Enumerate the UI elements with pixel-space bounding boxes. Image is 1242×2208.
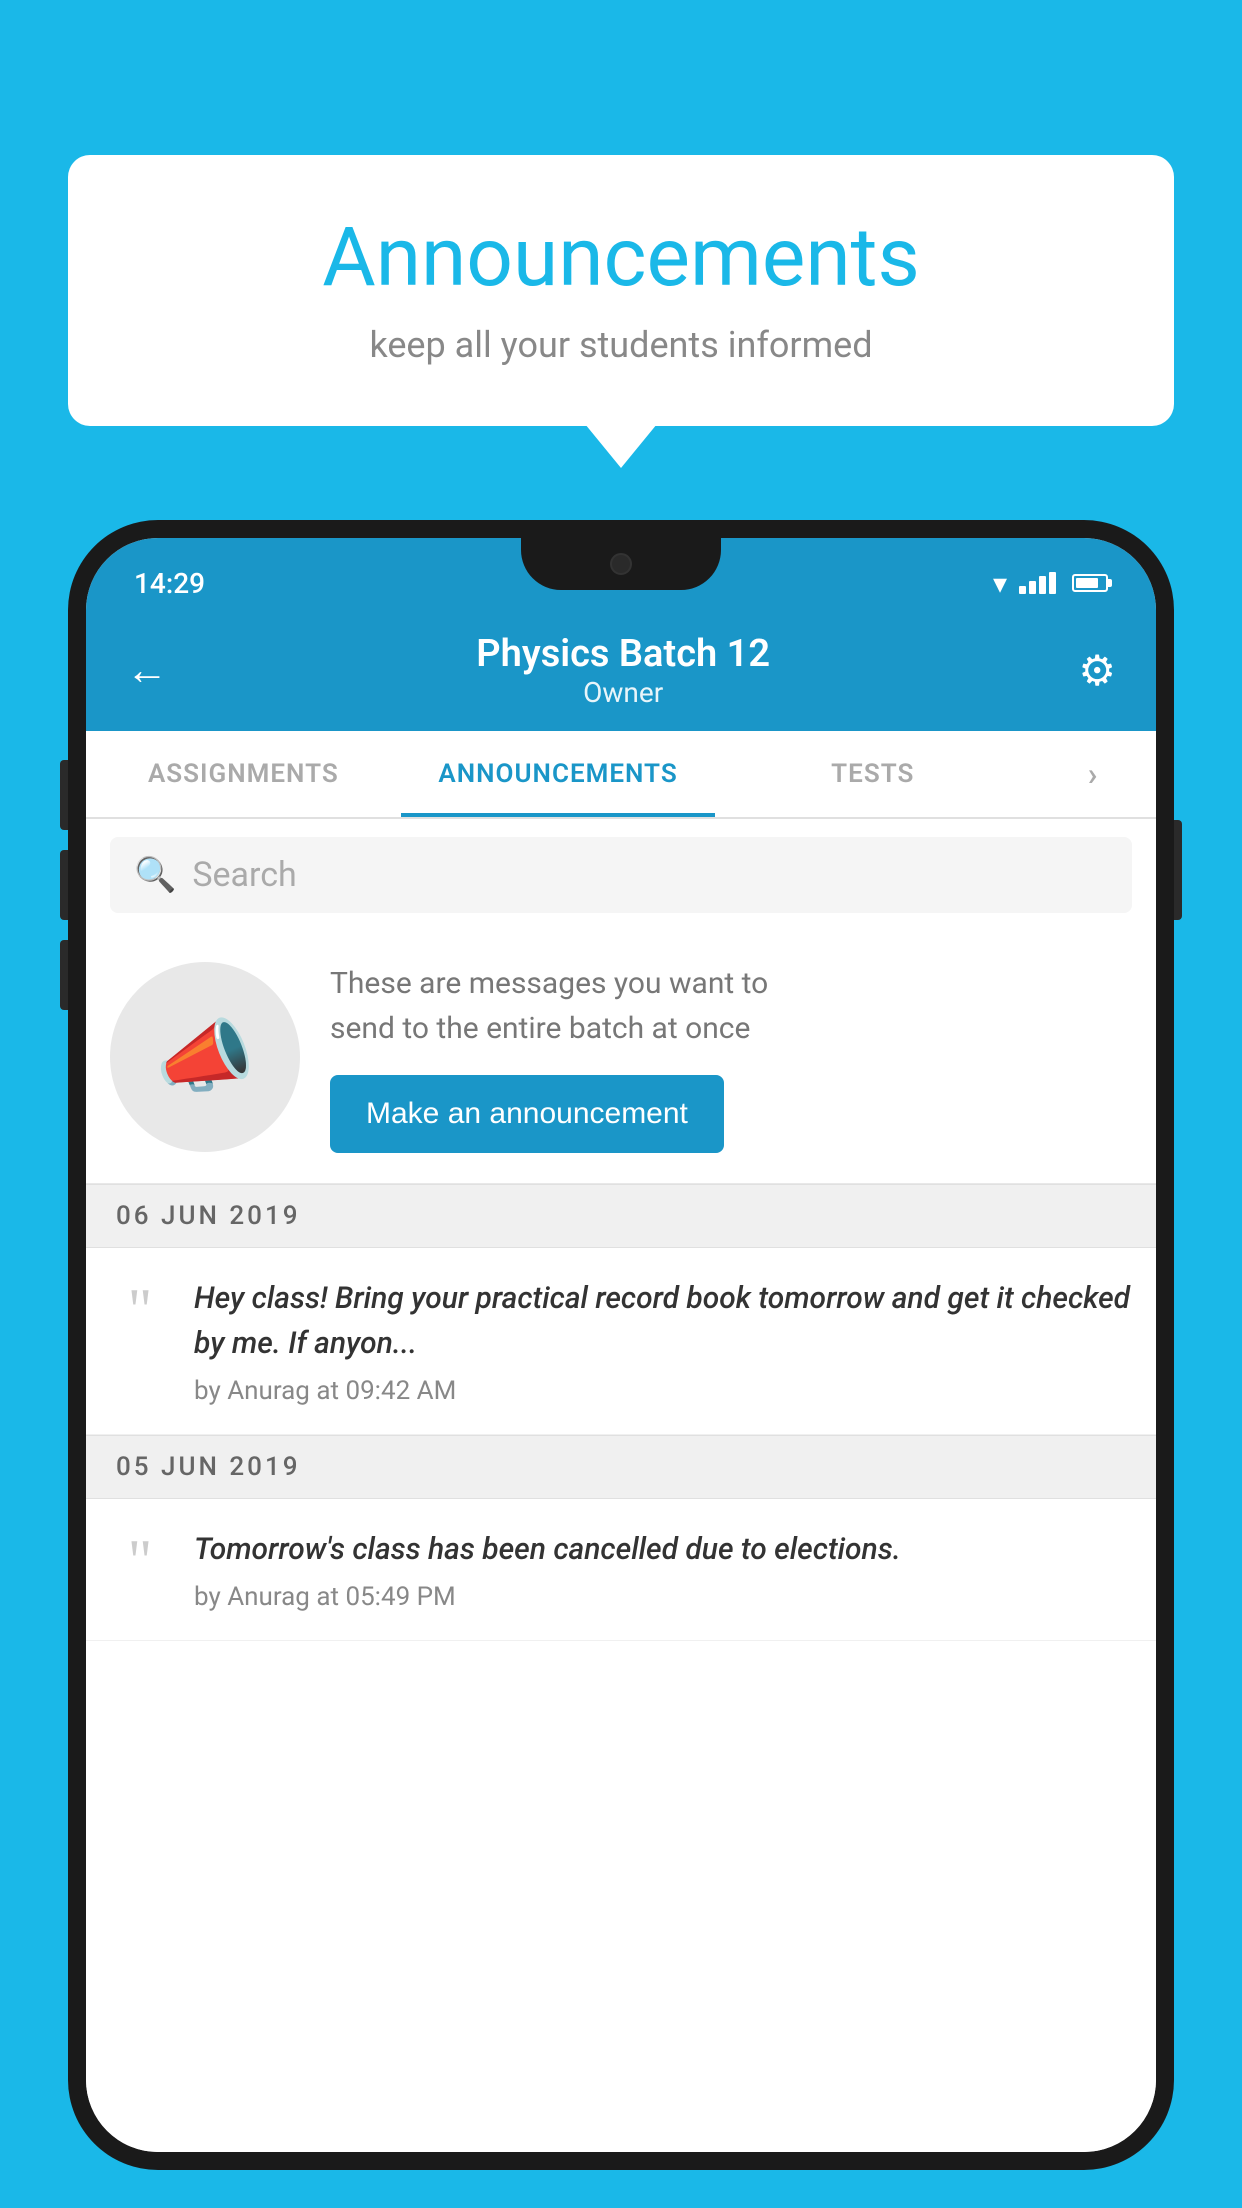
battery-fill	[1076, 578, 1098, 588]
speech-bubble: Announcements keep all your students inf…	[68, 155, 1174, 426]
status-icons: ▾	[993, 567, 1108, 600]
tab-tests[interactable]: TESTS	[715, 731, 1030, 817]
app-bar-title: Physics Batch 12	[476, 632, 770, 676]
announcement-item-1[interactable]: " Hey class! Bring your practical record…	[86, 1248, 1156, 1435]
announcement-item-2[interactable]: " Tomorrow's class has been cancelled du…	[86, 1499, 1156, 1641]
promo-section: 📣 These are messages you want to send to…	[86, 931, 1156, 1184]
tab-announcements[interactable]: ANNOUNCEMENTS	[401, 731, 716, 817]
search-bar: 🔍 Search	[86, 819, 1156, 931]
signal-bar-2	[1029, 581, 1036, 594]
make-announcement-button[interactable]: Make an announcement	[330, 1075, 724, 1153]
announcement-text-2: Tomorrow's class has been cancelled due …	[194, 1527, 1132, 1572]
signal-bar-3	[1039, 576, 1046, 594]
battery-icon	[1072, 574, 1108, 592]
date-separator-2: 05 JUN 2019	[86, 1435, 1156, 1499]
back-button[interactable]: ←	[126, 646, 168, 695]
announcement-text-1: Hey class! Bring your practical record b…	[194, 1276, 1132, 1366]
phone-side-button-left-2	[60, 850, 68, 920]
phone-container: 14:29 ▾ ← Phys	[68, 520, 1174, 2208]
signal-bar-4	[1049, 572, 1056, 594]
search-placeholder: Search	[192, 855, 296, 895]
announcement-meta-2: by Anurag at 05:49 PM	[194, 1582, 1132, 1612]
signal-bar-1	[1019, 586, 1026, 594]
bubble-title: Announcements	[128, 210, 1114, 306]
announcement-content-1: Hey class! Bring your practical record b…	[194, 1276, 1132, 1406]
app-bar-subtitle: Owner	[476, 676, 770, 709]
search-input-wrapper[interactable]: 🔍 Search	[110, 837, 1132, 913]
announcement-meta-1: by Anurag at 09:42 AM	[194, 1376, 1132, 1406]
announcement-content-2: Tomorrow's class has been cancelled due …	[194, 1527, 1132, 1612]
search-icon: 🔍	[134, 855, 176, 895]
wifi-icon: ▾	[993, 567, 1007, 600]
date-separator-1: 06 JUN 2019	[86, 1184, 1156, 1248]
phone-notch	[521, 538, 721, 590]
tab-more[interactable]: ›	[1030, 731, 1156, 817]
phone-side-button-left-1	[60, 760, 68, 830]
notch-camera	[610, 553, 632, 575]
tab-bar: ASSIGNMENTS ANNOUNCEMENTS TESTS ›	[86, 731, 1156, 819]
megaphone-icon: 📣	[155, 1010, 255, 1104]
quote-icon-1: "	[110, 1280, 170, 1340]
speech-bubble-container: Announcements keep all your students inf…	[68, 155, 1174, 426]
phone-frame: 14:29 ▾ ← Phys	[68, 520, 1174, 2170]
tab-assignments[interactable]: ASSIGNMENTS	[86, 731, 401, 817]
app-bar: ← Physics Batch 12 Owner ⚙	[86, 610, 1156, 731]
quote-icon-2: "	[110, 1531, 170, 1591]
phone-side-button-left-3	[60, 940, 68, 1010]
content-area: 🔍 Search 📣 These are messages you want t…	[86, 819, 1156, 2152]
signal-bars-icon	[1019, 572, 1056, 594]
promo-description: These are messages you want to send to t…	[330, 961, 1132, 1051]
status-time: 14:29	[134, 567, 205, 600]
app-bar-title-group: Physics Batch 12 Owner	[476, 632, 770, 709]
settings-icon[interactable]: ⚙	[1078, 646, 1116, 696]
phone-screen: 14:29 ▾ ← Phys	[86, 538, 1156, 2152]
promo-content: These are messages you want to send to t…	[330, 961, 1132, 1153]
bubble-subtitle: keep all your students informed	[128, 324, 1114, 366]
promo-icon-circle: 📣	[110, 962, 300, 1152]
phone-side-button-right	[1174, 820, 1182, 920]
